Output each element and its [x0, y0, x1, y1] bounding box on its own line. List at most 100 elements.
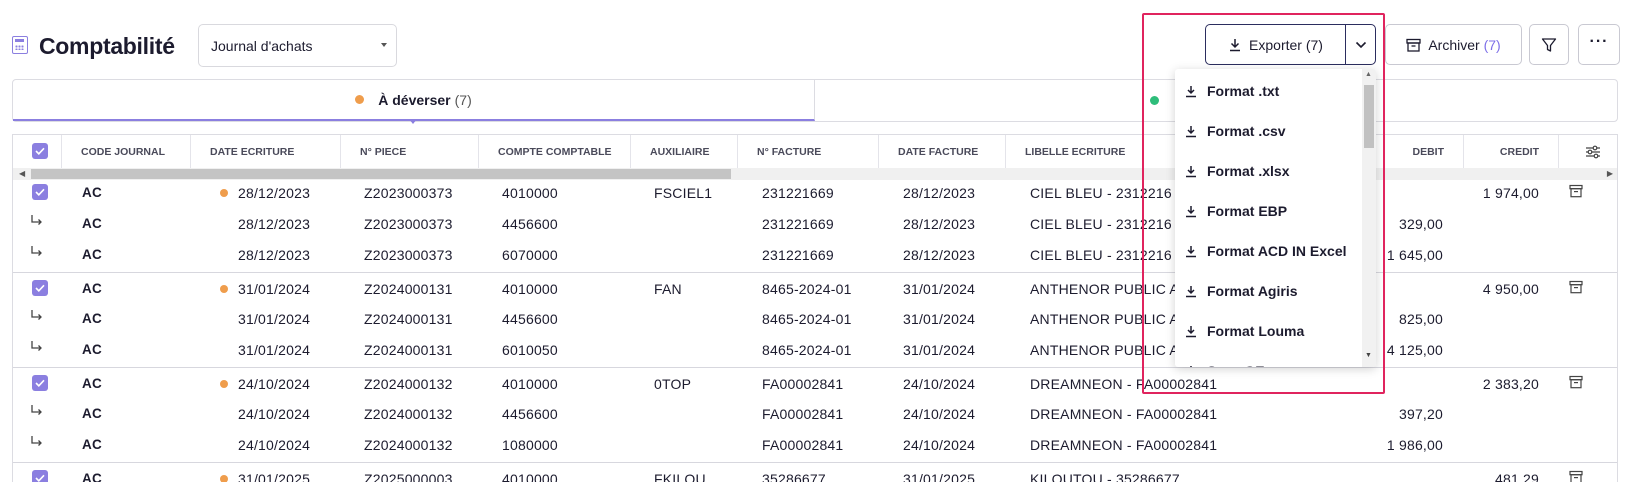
table-sub-row[interactable]: AC 31/01/2024 Z2024000131 4456600 8465-2024-…: [13, 303, 1617, 334]
table-sub-row[interactable]: AC 24/10/2024 Z2024000132 1080000 FA00002841…: [13, 429, 1617, 460]
tab-a-deverser[interactable]: À déverser (7): [13, 80, 815, 121]
cell-compte-comptable: 4456600: [502, 406, 558, 422]
archive-icon[interactable]: [1569, 280, 1583, 297]
col-credit[interactable]: CREDIT: [1464, 135, 1559, 168]
table-sub-row[interactable]: AC 28/12/2023 Z2023000373 4456600 231221669 2…: [13, 208, 1617, 239]
export-format-item[interactable]: Format Agiris: [1185, 277, 1298, 305]
table-row[interactable]: AC 31/01/2024 Z2024000131 4010000 FAN 8465-20…: [13, 272, 1617, 303]
cell-date-ecriture: 28/12/2023: [238, 216, 311, 232]
col-compte-comptable[interactable]: COMPTE COMPTABLE: [479, 135, 631, 168]
sub-entry-arrow-icon: [30, 245, 44, 259]
export-format-item[interactable]: Format Louma: [1185, 317, 1304, 345]
table-row[interactable]: AC 28/12/2023 Z2023000373 4010000 FSCIEL1 231…: [13, 177, 1617, 208]
cell-numero-facture: FA00002841: [762, 437, 844, 453]
archive-icon[interactable]: [1569, 470, 1583, 482]
cell-debit: 4 125,00: [1386, 342, 1443, 358]
cell-auxiliaire: 0TOP: [654, 376, 692, 392]
cell-date-facture: 28/12/2023: [903, 185, 976, 201]
col-date-ecriture[interactable]: DATE ECRITURE: [191, 135, 341, 168]
col-code-journal[interactable]: CODE JOURNAL: [62, 135, 191, 168]
cell-date-ecriture: 31/01/2025: [238, 471, 311, 482]
col-numero-facture[interactable]: N° FACTURE: [738, 135, 879, 168]
select-all-checkbox[interactable]: [32, 143, 48, 159]
select-all-cell: [13, 135, 62, 168]
cell-compte-comptable: 4456600: [502, 216, 558, 232]
cell-numero-facture: FA00002841: [762, 406, 844, 422]
cell-date-ecriture: 24/10/2024: [238, 376, 311, 392]
archive-icon[interactable]: [1569, 375, 1583, 392]
cell-date-ecriture: 24/10/2024: [238, 406, 311, 422]
table-row[interactable]: AC 24/10/2024 Z2024000132 4010000 0TOP FA0000…: [13, 367, 1617, 398]
table-sub-row[interactable]: AC 28/12/2023 Z2023000373 6070000 231221669 2…: [13, 239, 1617, 270]
check-icon: [35, 188, 45, 196]
table-row[interactable]: AC 31/01/2025 Z2025000003 4010000 FKILOU 3528…: [13, 462, 1617, 482]
filter-button[interactable]: [1529, 24, 1569, 65]
row-checkbox[interactable]: [32, 184, 48, 200]
cell-libelle-ecriture: CIEL BLEU - 2312216: [1030, 247, 1172, 263]
check-icon: [35, 284, 45, 292]
cell-compte-comptable: 4010000: [502, 471, 558, 482]
caret-down-icon: [381, 43, 387, 47]
cell-numero-facture: 231221669: [762, 216, 834, 232]
row-checkbox[interactable]: [32, 470, 48, 482]
col-auxiliaire[interactable]: AUXILIAIRE: [631, 135, 738, 168]
export-format-label: Sage GE sans: [1207, 363, 1300, 367]
status-dot-done[interactable]: [1150, 96, 1159, 105]
cell-numero-piece: Z2023000373: [364, 247, 453, 263]
more-icon: ···: [1589, 32, 1609, 50]
cell-date-facture: 31/01/2024: [903, 281, 976, 297]
cell-date-ecriture: 31/01/2024: [238, 311, 311, 327]
export-button[interactable]: Exporter (7): [1205, 24, 1345, 65]
col-numero-piece[interactable]: N° PIECE: [341, 135, 479, 168]
archive-icon[interactable]: [1569, 184, 1583, 201]
cell-numero-facture: 8465-2024-01: [762, 342, 852, 358]
cell-numero-facture: 8465-2024-01: [762, 281, 852, 297]
export-format-item[interactable]: Format .xlsx: [1185, 157, 1289, 185]
download-icon: [1230, 38, 1241, 51]
cell-date-ecriture: 24/10/2024: [238, 437, 311, 453]
cell-numero-facture: 231221669: [762, 247, 834, 263]
entries-table: CODE JOURNAL DATE ECRITURE N° PIECE COMP…: [12, 134, 1618, 482]
export-format-label: Format Agiris: [1207, 283, 1298, 299]
scroll-down-icon[interactable]: ▼: [1365, 352, 1372, 359]
cell-code-journal: AC: [82, 342, 102, 357]
archive-button[interactable]: Archiver (7): [1385, 24, 1522, 65]
menu-scrollbar[interactable]: ▲ ▼: [1362, 69, 1376, 367]
page-title: Comptabilité: [39, 33, 175, 59]
export-format-item[interactable]: Format EBP: [1185, 197, 1287, 225]
export-format-label: Format ACD IN Excel: [1207, 243, 1347, 259]
table-sub-row[interactable]: AC 24/10/2024 Z2024000132 4456600 FA00002841…: [13, 398, 1617, 429]
download-icon: [1186, 325, 1196, 337]
table-sub-row[interactable]: AC 31/01/2024 Z2024000131 6010050 8465-2024-…: [13, 334, 1617, 365]
scroll-up-icon[interactable]: ▲: [1365, 71, 1372, 78]
cell-libelle-ecriture: ANTHENOR PUBLIC AF: [1030, 342, 1188, 358]
journal-select[interactable]: Journal d'achats: [198, 24, 397, 67]
row-checkbox[interactable]: [32, 375, 48, 391]
cell-date-ecriture: 28/12/2023: [238, 185, 311, 201]
sliders-icon[interactable]: [1585, 145, 1601, 159]
export-format-item[interactable]: Format ACD IN Excel: [1185, 237, 1347, 265]
cell-date-ecriture: 28/12/2023: [238, 247, 311, 263]
cell-libelle-ecriture: DREAMNEON - FA00002841: [1030, 376, 1218, 392]
menu-scrollbar-thumb[interactable]: [1364, 85, 1374, 148]
cell-compte-comptable: 6010050: [502, 342, 558, 358]
export-format-label: Format EBP: [1207, 203, 1288, 219]
export-format-label: Format Louma: [1207, 323, 1305, 339]
more-options-button[interactable]: ···: [1578, 24, 1620, 65]
cell-numero-piece: Z2024000131: [364, 311, 453, 327]
filter-icon: [1541, 37, 1557, 52]
export-format-menu: Format .txt Format .csv Format .xlsx Format…: [1175, 69, 1376, 367]
cell-numero-piece: Z2023000373: [364, 216, 453, 232]
row-checkbox[interactable]: [32, 280, 48, 296]
export-format-item[interactable]: Format .csv: [1185, 117, 1286, 145]
export-menu-toggle[interactable]: [1345, 24, 1376, 65]
col-date-facture[interactable]: DATE FACTURE: [879, 135, 1006, 168]
export-format-item[interactable]: Format .txt: [1185, 77, 1279, 105]
export-format-label: Format .txt: [1207, 83, 1280, 99]
sub-entry-arrow-icon: [30, 214, 44, 228]
cell-libelle-ecriture: CIEL BLEU - 2312216: [1030, 185, 1172, 201]
cell-auxiliaire: FSCIEL1: [654, 185, 713, 201]
cell-compte-comptable: 4456600: [502, 311, 558, 327]
export-format-item[interactable]: Sage GE sans: [1185, 357, 1300, 367]
cell-credit: 481,29: [1494, 471, 1539, 482]
